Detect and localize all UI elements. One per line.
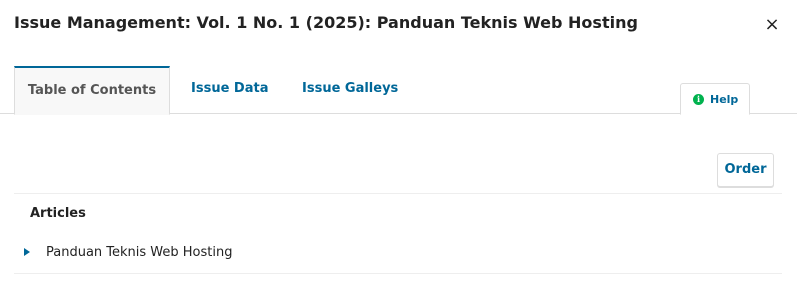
help-label: Help xyxy=(710,93,739,106)
article-row[interactable]: Panduan Teknis Web Hosting xyxy=(14,236,782,274)
section-title: Articles xyxy=(30,206,86,221)
order-button[interactable]: Order xyxy=(717,153,774,187)
modal-title: Issue Management: Vol. 1 No. 1 (2025): P… xyxy=(14,13,638,32)
tab-table-of-contents[interactable]: Table of Contents xyxy=(14,66,170,115)
tab-bar: Table of Contents Issue Data Issue Galle… xyxy=(0,66,797,115)
tab-issue-galleys[interactable]: Issue Galleys xyxy=(302,66,398,114)
toc-toolbar: Order xyxy=(14,152,782,194)
help-button[interactable]: i Help xyxy=(680,83,750,115)
issue-management-modal: Issue Management: Vol. 1 No. 1 (2025): P… xyxy=(0,0,797,288)
modal-header: Issue Management: Vol. 1 No. 1 (2025): P… xyxy=(0,0,797,50)
close-button[interactable]: × xyxy=(763,15,781,35)
expand-arrow-icon[interactable] xyxy=(24,248,30,256)
info-icon: i xyxy=(693,94,704,105)
tab-issue-data[interactable]: Issue Data xyxy=(191,66,268,114)
article-title: Panduan Teknis Web Hosting xyxy=(46,245,233,260)
